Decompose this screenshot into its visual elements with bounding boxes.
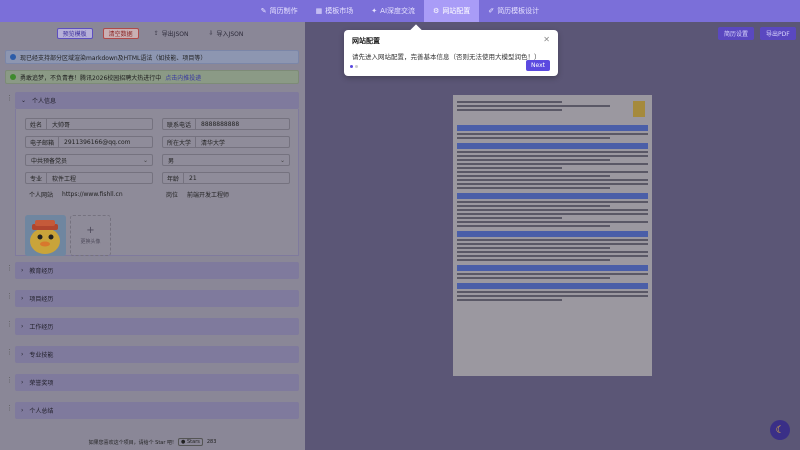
section-summary[interactable]: › 个人总结	[15, 402, 299, 419]
resume-preview	[453, 95, 652, 376]
resume-settings-button[interactable]: 简历设置	[718, 27, 755, 40]
check-circle-icon	[10, 74, 16, 80]
tour-popover: 网站配置 ✕ 请先进入网站配置，完善基本信息（否则无法使用大模型润色！） Nex…	[344, 30, 558, 76]
tab-ai-chat[interactable]: ✦ AI深度交流	[362, 0, 424, 22]
resume-photo	[633, 101, 645, 117]
email-field[interactable]: 电子邮箱 2911396166@qq.com	[25, 136, 153, 148]
chevron-down-icon: ⌄	[279, 156, 285, 164]
plus-icon: +	[86, 225, 95, 236]
next-button[interactable]: Next	[526, 60, 550, 71]
preview-template-button[interactable]: 预览模板	[56, 27, 93, 39]
tab-resume-make[interactable]: ✎ 简历制作	[252, 0, 307, 22]
drag-handle-icon[interactable]: ⋮⋮	[6, 293, 20, 300]
university-field[interactable]: 所在大学 清华大学	[162, 136, 290, 148]
clear-data-button[interactable]: 清空数据	[102, 27, 139, 39]
template-icon: ▦	[315, 7, 323, 15]
section-awards[interactable]: › 荣誉奖项	[15, 374, 299, 391]
chevron-right-icon: ›	[21, 379, 24, 386]
github-star-button[interactable]: ● Stars	[178, 438, 203, 446]
tab-template-market[interactable]: ▦ 模板市场	[307, 0, 363, 22]
major-field[interactable]: 专业 软件工程	[25, 172, 153, 184]
chevron-down-icon: ⌄	[21, 97, 27, 104]
political-status-select[interactable]: 中共预备党员 ⌄	[25, 154, 153, 166]
referral-link[interactable]: 点击内推投递	[165, 73, 201, 82]
popover-title: 网站配置	[352, 37, 380, 45]
chevron-right-icon: ›	[21, 267, 24, 274]
chevron-right-icon: ›	[21, 323, 24, 330]
export-json-button[interactable]: ⇪ 导出JSON	[149, 28, 194, 39]
import-json-button[interactable]: ⇩ 导入JSON	[204, 28, 249, 39]
drag-handle-icon[interactable]: ⋮⋮	[6, 95, 20, 102]
info-icon	[10, 54, 16, 60]
top-nav: ✎ 简历制作 ▦ 模板市场 ✦ AI深度交流 ⚙ 网站配置 ✐ 简历模板设计	[0, 0, 800, 22]
drag-handle-icon[interactable]: ⋮⋮	[6, 405, 20, 412]
export-pdf-button[interactable]: 导出PDF	[760, 27, 796, 40]
chevron-right-icon: ›	[21, 407, 24, 414]
editor-toolbar: 预览模板 清空数据 ⇪ 导出JSON ⇩ 导入JSON	[0, 22, 305, 44]
preview-panel: 简历设置 导出PDF	[305, 22, 800, 450]
chevron-right-icon: ›	[21, 295, 24, 302]
recruit-notice: 勇敢追梦，不负青春！腾讯2026校园招聘大热进行中 点击内推投递	[5, 70, 299, 84]
step-dot	[355, 65, 358, 68]
name-field[interactable]: 姓名 大帅哥	[25, 118, 153, 130]
resume-header	[457, 101, 648, 121]
close-icon[interactable]: ✕	[543, 35, 550, 44]
editor-panel: 预览模板 清空数据 ⇪ 导出JSON ⇩ 导入JSON 现已经支持部分区域渲染mar…	[0, 22, 305, 450]
export-icon: ⇪	[153, 29, 159, 37]
tab-template-design[interactable]: ✐ 简历模板设计	[479, 0, 548, 22]
chevron-down-icon: ⌄	[142, 156, 148, 164]
age-field[interactable]: 年龄 21	[162, 172, 290, 184]
chevron-right-icon: ›	[21, 351, 24, 358]
footer: 如果您喜欢这个项目，请给个 Star 吧! ● Stars 283	[88, 438, 217, 446]
personal-info-form: 姓名 大帅哥 联系电话 8888888888 电子邮箱 2911396166@q…	[15, 109, 299, 256]
duck-avatar-icon	[25, 215, 66, 256]
popover-description: 请先进入网站配置，完善基本信息（否则无法使用大模型润色！）	[352, 53, 541, 61]
tab-site-config[interactable]: ⚙ 网站配置	[424, 0, 480, 22]
markdown-notice: 现已经支持部分区域渲染markdown及HTML语法（如技能、项目等）	[5, 50, 299, 64]
position-field[interactable]: 岗位 前端开发工程师	[162, 188, 290, 200]
drag-handle-icon[interactable]: ⋮⋮	[6, 265, 20, 272]
star-count: 283	[206, 439, 217, 445]
moon-icon: ☾	[775, 424, 785, 436]
help-moon-button[interactable]: ☾	[770, 420, 790, 440]
gender-select[interactable]: 男 ⌄	[162, 154, 290, 166]
avatar[interactable]	[25, 215, 66, 256]
section-personal-info[interactable]: ⌄ 个人信息	[15, 92, 299, 109]
website-field[interactable]: 个人网站 https://www.fishll.cn	[25, 188, 153, 200]
section-project[interactable]: › 项目经历	[15, 290, 299, 307]
phone-field[interactable]: 联系电话 8888888888	[162, 118, 290, 130]
drag-handle-icon[interactable]: ⋮⋮	[6, 349, 20, 356]
github-icon: ●	[181, 439, 186, 445]
drag-handle-icon[interactable]: ⋮⋮	[6, 377, 20, 384]
import-icon: ⇩	[208, 29, 214, 37]
tour-progress	[350, 65, 358, 68]
settings-icon: ⚙	[433, 7, 440, 15]
drag-handle-icon[interactable]: ⋮⋮	[6, 321, 20, 328]
ai-icon: ✦	[371, 7, 378, 15]
edit-icon: ✎	[260, 7, 267, 15]
design-icon: ✐	[488, 7, 495, 15]
upload-avatar-button[interactable]: + 更换头像	[70, 215, 111, 256]
section-skills[interactable]: › 专业技能	[15, 346, 299, 363]
step-dot-active	[350, 65, 353, 68]
section-work[interactable]: › 工作经历	[15, 318, 299, 335]
section-education[interactable]: › 教育经历	[15, 262, 299, 279]
